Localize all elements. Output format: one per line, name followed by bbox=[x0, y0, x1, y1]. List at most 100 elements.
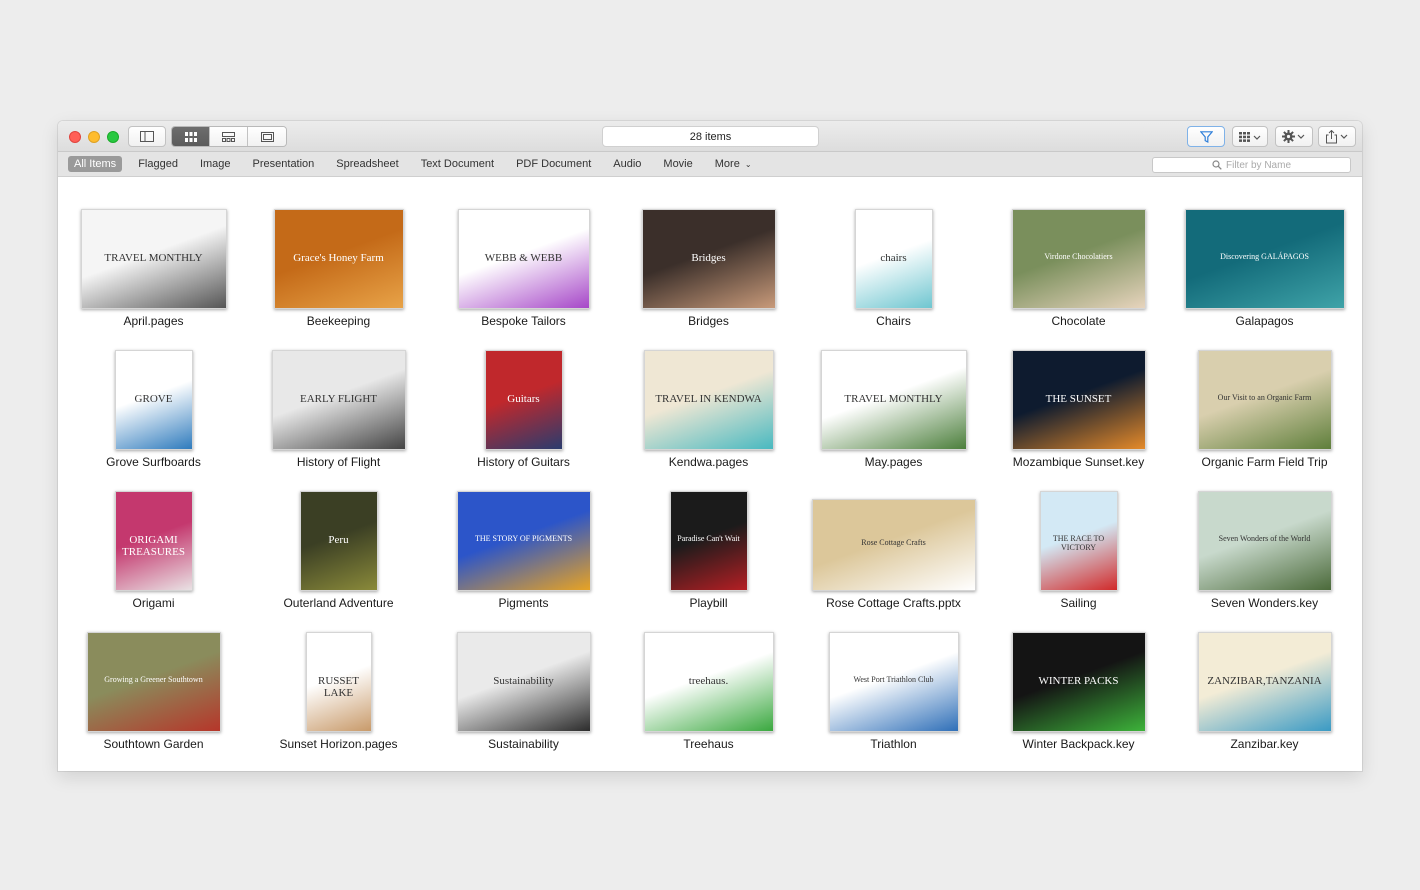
list-view-button[interactable] bbox=[210, 127, 248, 146]
file-item[interactable]: TRAVEL MONTHLY May.pages bbox=[801, 328, 986, 469]
file-thumbnail: EARLY FLIGHT bbox=[271, 350, 406, 450]
file-name: Playbill bbox=[689, 596, 728, 610]
search-icon bbox=[1212, 160, 1222, 170]
file-thumbnail: Guitars bbox=[484, 350, 563, 450]
file-name: Grove Surfboards bbox=[106, 455, 201, 469]
file-thumbnail: THE SUNSET bbox=[1011, 350, 1146, 450]
filter-button[interactable] bbox=[1187, 126, 1225, 147]
file-name: Sunset Horizon.pages bbox=[279, 737, 398, 751]
list-icon bbox=[222, 131, 235, 142]
filter-all-items[interactable]: All Items bbox=[68, 156, 123, 172]
file-item[interactable]: THE SUNSET Mozambique Sunset.key bbox=[986, 328, 1171, 469]
zoom-button[interactable] bbox=[107, 131, 119, 143]
file-name: Treehaus bbox=[683, 737, 734, 751]
file-thumbnail: chairs bbox=[854, 209, 933, 309]
filter-presentation[interactable]: Presentation bbox=[247, 156, 321, 172]
file-thumbnail: ORIGAMI TREASURES bbox=[114, 491, 193, 591]
file-thumbnail: Virdone Chocolatiers bbox=[1011, 209, 1146, 309]
file-item[interactable]: Peru Outerland Adventure bbox=[246, 469, 431, 610]
file-name: May.pages bbox=[864, 455, 923, 469]
file-item[interactable]: TRAVEL IN KENDWA Kendwa.pages bbox=[616, 328, 801, 469]
file-item[interactable]: Seven Wonders of the World Seven Wonders.… bbox=[1172, 469, 1357, 610]
file-thumbnail: Discovering GALÁPAGOS bbox=[1184, 209, 1345, 309]
file-item[interactable]: THE STORY OF PIGMENTS Pigments bbox=[431, 469, 616, 610]
file-item[interactable]: EARLY FLIGHT History of Flight bbox=[246, 328, 431, 469]
close-button[interactable] bbox=[69, 131, 81, 143]
filter-image[interactable]: Image bbox=[194, 156, 237, 172]
filter-movie[interactable]: Movie bbox=[657, 156, 698, 172]
file-thumbnail: THE RACE TO VICTORY bbox=[1039, 491, 1118, 591]
search-field[interactable]: Filter by Name bbox=[1152, 157, 1351, 173]
thumbnail-title: TRAVEL IN KENDWA bbox=[655, 393, 762, 405]
thumbnail-title: Growing a Greener Southtown bbox=[104, 675, 203, 684]
file-item[interactable]: treehaus. Treehaus bbox=[616, 610, 801, 751]
file-item[interactable]: ORIGAMI TREASURES Origami bbox=[61, 469, 246, 610]
file-thumbnail: Bridges bbox=[641, 209, 776, 309]
file-name: Zanzibar.key bbox=[1230, 737, 1299, 751]
thumbnail-title: Discovering GALÁPAGOS bbox=[1220, 252, 1309, 261]
file-item[interactable]: Our Visit to an Organic Farm Organic Farm… bbox=[1172, 328, 1357, 469]
thumbnail-title: Seven Wonders of the World bbox=[1218, 534, 1311, 543]
funnel-icon bbox=[1199, 130, 1213, 143]
thumbnail-title: treehaus. bbox=[688, 675, 729, 687]
file-name: Organic Farm Field Trip bbox=[1201, 455, 1328, 469]
filter-pdf-document[interactable]: PDF Document bbox=[510, 156, 597, 172]
share-button[interactable] bbox=[1318, 126, 1356, 147]
file-item[interactable]: RUSSET LAKE Sunset Horizon.pages bbox=[246, 610, 431, 751]
file-thumbnail: TRAVEL MONTHLY bbox=[80, 209, 227, 309]
file-item[interactable]: Paradise Can't Wait Playbill bbox=[616, 469, 801, 610]
file-name: April.pages bbox=[123, 314, 184, 328]
file-item[interactable]: GROVE Grove Surfboards bbox=[61, 328, 246, 469]
file-name: Pigments bbox=[498, 596, 549, 610]
file-item[interactable]: Sustainability Sustainability bbox=[431, 610, 616, 751]
file-item[interactable]: ZANZIBAR,TANZANIA Zanzibar.key bbox=[1172, 610, 1357, 751]
sidebar-toggle-button[interactable] bbox=[128, 126, 166, 147]
file-thumbnail: Seven Wonders of the World bbox=[1197, 491, 1332, 591]
filter-audio[interactable]: Audio bbox=[607, 156, 647, 172]
filter-label: Flagged bbox=[138, 158, 178, 170]
file-item[interactable]: WINTER PACKS Winter Backpack.key bbox=[986, 610, 1171, 751]
thumbnail-title: GROVE bbox=[134, 393, 173, 405]
file-name: Outerland Adventure bbox=[283, 596, 394, 610]
filter-text-document[interactable]: Text Document bbox=[415, 156, 500, 172]
thumbnail-title: ZANZIBAR,TANZANIA bbox=[1207, 675, 1322, 687]
filter-label: Presentation bbox=[252, 158, 315, 170]
arrange-button[interactable] bbox=[1232, 126, 1268, 147]
thumbnail-title: TRAVEL MONTHLY bbox=[844, 393, 943, 405]
thumbnail-title: Guitars bbox=[507, 393, 540, 405]
file-item[interactable]: West Port Triathlon Club Triathlon bbox=[801, 610, 986, 751]
file-item[interactable]: Virdone Chocolatiers Chocolate bbox=[986, 187, 1171, 328]
file-name: Southtown Garden bbox=[103, 737, 204, 751]
file-item[interactable]: Rose Cottage Crafts Rose Cottage Crafts.p… bbox=[801, 469, 986, 610]
file-thumbnail: TRAVEL MONTHLY bbox=[820, 350, 967, 450]
file-thumbnail: RUSSET LAKE bbox=[305, 632, 372, 732]
grid-icon bbox=[184, 131, 197, 142]
thumbnail-title: Peru bbox=[328, 534, 349, 546]
icon-view-button[interactable] bbox=[172, 127, 210, 146]
action-button[interactable] bbox=[1275, 126, 1313, 147]
filter-flagged[interactable]: Flagged bbox=[132, 156, 184, 172]
file-thumbnail: Grace's Honey Farm bbox=[273, 209, 404, 309]
file-item[interactable]: Guitars History of Guitars bbox=[431, 328, 616, 469]
filter-bar: All Items Flagged Image Presentation Spreads… bbox=[58, 152, 1362, 177]
file-thumbnail: THE STORY OF PIGMENTS bbox=[456, 491, 591, 591]
file-item[interactable]: chairs Chairs bbox=[801, 187, 986, 328]
filter-more[interactable]: More ⌄ bbox=[709, 156, 758, 172]
file-thumbnail: Paradise Can't Wait bbox=[669, 491, 748, 591]
file-item[interactable]: THE RACE TO VICTORY Sailing bbox=[986, 469, 1171, 610]
minimize-button[interactable] bbox=[88, 131, 100, 143]
file-thumbnail: Sustainability bbox=[456, 632, 591, 732]
file-item[interactable]: Bridges Bridges bbox=[616, 187, 801, 328]
file-name: Origami bbox=[132, 596, 175, 610]
thumbnail-title: Rose Cottage Crafts bbox=[861, 538, 926, 547]
file-item[interactable]: TRAVEL MONTHLY April.pages bbox=[61, 187, 246, 328]
file-thumbnail: Our Visit to an Organic Farm bbox=[1197, 350, 1332, 450]
file-item[interactable]: Discovering GALÁPAGOS Galapagos bbox=[1172, 187, 1357, 328]
file-item[interactable]: Grace's Honey Farm Beekeeping bbox=[246, 187, 431, 328]
file-name: Mozambique Sunset.key bbox=[1012, 455, 1145, 469]
file-name: History of Guitars bbox=[477, 455, 570, 469]
gallery-view-button[interactable] bbox=[248, 127, 286, 146]
file-item[interactable]: WEBB & WEBB Bespoke Tailors bbox=[431, 187, 616, 328]
filter-spreadsheet[interactable]: Spreadsheet bbox=[330, 156, 404, 172]
file-item[interactable]: Growing a Greener Southtown Southtown Gar… bbox=[61, 610, 246, 751]
